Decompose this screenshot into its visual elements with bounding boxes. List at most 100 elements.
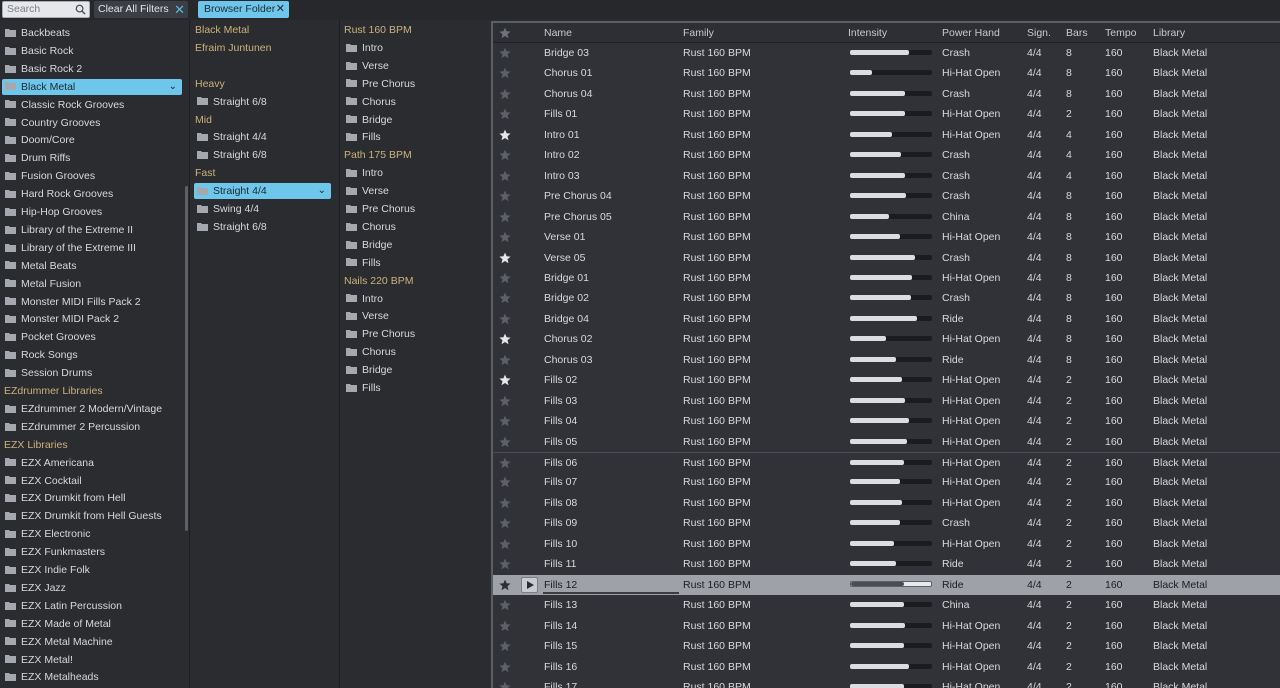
table-row[interactable]: Bridge 01 Rust 160 BPM Hi-Hat Open 4/4 8 160 B…: [493, 268, 1280, 289]
folder-item-ezx-metal-machine[interactable]: EZX Metal Machine: [2, 634, 182, 650]
star-icon[interactable]: [499, 313, 511, 325]
table-row[interactable]: Fills 12 Rust 160 BPM Ride 4/4 2 160 Black Met…: [493, 574, 1280, 596]
folder-item-fills[interactable]: Fills: [343, 129, 483, 145]
close-icon[interactable]: ✕: [276, 1, 285, 18]
folder-item-ezx-metal[interactable]: EZX Metal!: [2, 652, 182, 668]
folder-item-bridge[interactable]: Bridge: [343, 112, 483, 128]
folder-item-intro[interactable]: Intro: [343, 291, 483, 307]
table-row[interactable]: Chorus 04 Rust 160 BPM Crash 4/4 8 160 Black M…: [493, 84, 1280, 105]
table-row[interactable]: Chorus 01 Rust 160 BPM Hi-Hat Open 4/4 8 160 B…: [493, 63, 1280, 84]
table-row[interactable]: Bridge 02 Rust 160 BPM Crash 4/4 8 160 Black M…: [493, 288, 1280, 309]
star-icon[interactable]: [499, 231, 511, 243]
column-header-library[interactable]: Library: [1153, 23, 1185, 43]
column-header-family[interactable]: Family: [683, 23, 714, 43]
star-icon[interactable]: [499, 272, 511, 284]
table-row[interactable]: Intro 01 Rust 160 BPM Hi-Hat Open 4/4 4 160 Bl…: [493, 125, 1280, 146]
table-row[interactable]: Intro 02 Rust 160 BPM Crash 4/4 4 160 Black Me…: [493, 145, 1280, 166]
star-icon[interactable]: [499, 149, 511, 161]
folder-item-swing-4-4[interactable]: Swing 4/4: [194, 201, 331, 217]
folder-item-black-metal[interactable]: Black Metal ⌄: [2, 78, 182, 95]
folder-item-basic-rock-2[interactable]: Basic Rock 2: [2, 61, 182, 77]
folder-item-ezx-made-of-metal[interactable]: EZX Made of Metal: [2, 616, 182, 632]
column-header-signature[interactable]: Sign.: [1027, 23, 1051, 43]
star-icon[interactable]: [499, 27, 511, 39]
star-icon[interactable]: [499, 47, 511, 59]
folder-item-chorus[interactable]: Chorus: [343, 219, 483, 235]
star-icon[interactable]: [499, 599, 511, 611]
folder-item-backbeats[interactable]: Backbeats: [2, 25, 182, 41]
folder-item-ezx-metalheads[interactable]: EZX Metalheads: [2, 669, 182, 685]
column-header-power-hand[interactable]: Power Hand: [942, 23, 1000, 43]
folder-item-pocket-grooves[interactable]: Pocket Grooves: [2, 329, 182, 345]
folder-item-classic-rock-grooves[interactable]: Classic Rock Grooves: [2, 97, 182, 113]
folder-item-ezx-indie-folk[interactable]: EZX Indie Folk: [2, 562, 182, 578]
star-icon[interactable]: [499, 129, 511, 141]
table-row[interactable]: Fills 09 Rust 160 BPM Crash 4/4 2 160 Black Me…: [493, 513, 1280, 534]
table-row[interactable]: Pre Chorus 04 Rust 160 BPM Crash 4/4 8 160 Bla…: [493, 186, 1280, 207]
folder-item-verse[interactable]: Verse: [343, 308, 483, 324]
folder-item-hard-rock-grooves[interactable]: Hard Rock Grooves: [2, 186, 182, 202]
star-icon[interactable]: [499, 620, 511, 632]
star-icon[interactable]: [499, 538, 511, 550]
chevron-down-icon[interactable]: ⌄: [169, 79, 177, 95]
folder-item-ezx-cocktail[interactable]: EZX Cocktail: [2, 473, 182, 489]
folder-item-straight-6-8[interactable]: Straight 6/8: [194, 94, 331, 110]
close-icon[interactable]: ✕: [174, 1, 185, 18]
table-row[interactable]: Fills 11 Rust 160 BPM Ride 4/4 2 160 Black Met…: [493, 554, 1280, 575]
star-icon[interactable]: [499, 354, 511, 366]
table-row[interactable]: Verse 01 Rust 160 BPM Hi-Hat Open 4/4 8 160 Bl…: [493, 227, 1280, 248]
folder-item-verse[interactable]: Verse: [343, 183, 483, 199]
column-header-bars[interactable]: Bars: [1066, 23, 1088, 43]
table-row[interactable]: Fills 07 Rust 160 BPM Hi-Hat Open 4/4 2 160 Bl…: [493, 472, 1280, 493]
folder-item-straight-6-8[interactable]: Straight 6/8: [194, 147, 331, 163]
star-icon[interactable]: [499, 681, 511, 688]
column-header-tempo[interactable]: Tempo: [1105, 23, 1137, 43]
table-row[interactable]: Bridge 04 Rust 160 BPM Ride 4/4 8 160 Black Me…: [493, 309, 1280, 330]
star-icon[interactable]: [499, 252, 511, 264]
table-row[interactable]: Pre Chorus 05 Rust 160 BPM China 4/4 8 160 Bla…: [493, 207, 1280, 228]
star-icon[interactable]: [499, 436, 511, 448]
folder-item-country-grooves[interactable]: Country Grooves: [2, 115, 182, 131]
folder-item-drum-riffs[interactable]: Drum Riffs: [2, 150, 182, 166]
folder-item-library-of-the-extreme-ii[interactable]: Library of the Extreme II: [2, 222, 182, 238]
folder-item-intro[interactable]: Intro: [343, 40, 483, 56]
star-icon[interactable]: [499, 558, 511, 570]
folder-item-ezdrummer-2-percussion[interactable]: EZdrummer 2 Percussion: [2, 419, 182, 435]
folder-item-straight-6-8[interactable]: Straight 6/8: [194, 219, 331, 235]
column-header-intensity[interactable]: Intensity: [848, 23, 887, 43]
star-icon[interactable]: [499, 292, 511, 304]
star-icon[interactable]: [499, 579, 511, 591]
table-row[interactable]: Fills 17 Rust 160 BPM Hi-Hat Open 4/4 2 160 Bl…: [493, 677, 1280, 688]
star-icon[interactable]: [499, 457, 511, 469]
table-row[interactable]: Fills 05 Rust 160 BPM Hi-Hat Open 4/4 2 160 Bl…: [493, 432, 1280, 453]
star-icon[interactable]: [499, 395, 511, 407]
folder-item-ezdrummer-2-modern-vintage[interactable]: EZdrummer 2 Modern/Vintage: [2, 401, 182, 417]
table-row[interactable]: Fills 03 Rust 160 BPM Hi-Hat Open 4/4 2 160 Bl…: [493, 391, 1280, 412]
star-icon[interactable]: [499, 517, 511, 529]
folder-item-monster-midi-fills-pack-2[interactable]: Monster MIDI Fills Pack 2: [2, 294, 182, 310]
table-row[interactable]: Fills 01 Rust 160 BPM Hi-Hat Open 4/4 2 160 Bl…: [493, 104, 1280, 125]
star-icon[interactable]: [499, 640, 511, 652]
folder-item-monster-midi-pack-2[interactable]: Monster MIDI Pack 2: [2, 311, 182, 327]
column-header-name[interactable]: Name: [544, 23, 572, 43]
folder-item-ezx-funkmasters[interactable]: EZX Funkmasters: [2, 544, 182, 560]
folder-item-ezx-jazz[interactable]: EZX Jazz: [2, 580, 182, 596]
table-row[interactable]: Verse 05 Rust 160 BPM Crash 4/4 8 160 Black Me…: [493, 248, 1280, 269]
folder-item-ezx-electronic[interactable]: EZX Electronic: [2, 526, 182, 542]
folder-item-chorus[interactable]: Chorus: [343, 344, 483, 360]
table-row[interactable]: Fills 15 Rust 160 BPM Hi-Hat Open 4/4 2 160 Bl…: [493, 636, 1280, 657]
table-row[interactable]: Fills 04 Rust 160 BPM Hi-Hat Open 4/4 2 160 Bl…: [493, 411, 1280, 432]
folder-item-straight-4-4[interactable]: Straight 4/4: [194, 129, 331, 145]
star-icon[interactable]: [499, 374, 511, 386]
search-icon[interactable]: [75, 4, 86, 15]
folder-item-pre-chorus[interactable]: Pre Chorus: [343, 76, 483, 92]
star-icon[interactable]: [499, 170, 511, 182]
star-icon[interactable]: [499, 661, 511, 673]
star-icon[interactable]: [499, 67, 511, 79]
folder-item-metal-fusion[interactable]: Metal Fusion: [2, 276, 182, 292]
folder-item-pre-chorus[interactable]: Pre Chorus: [343, 201, 483, 217]
folder-item-chorus[interactable]: Chorus: [343, 94, 483, 110]
table-row[interactable]: Chorus 03 Rust 160 BPM Ride 4/4 8 160 Black Me…: [493, 350, 1280, 371]
table-row[interactable]: Fills 14 Rust 160 BPM Hi-Hat Open 4/4 2 160 Bl…: [493, 616, 1280, 637]
star-icon[interactable]: [499, 333, 511, 345]
